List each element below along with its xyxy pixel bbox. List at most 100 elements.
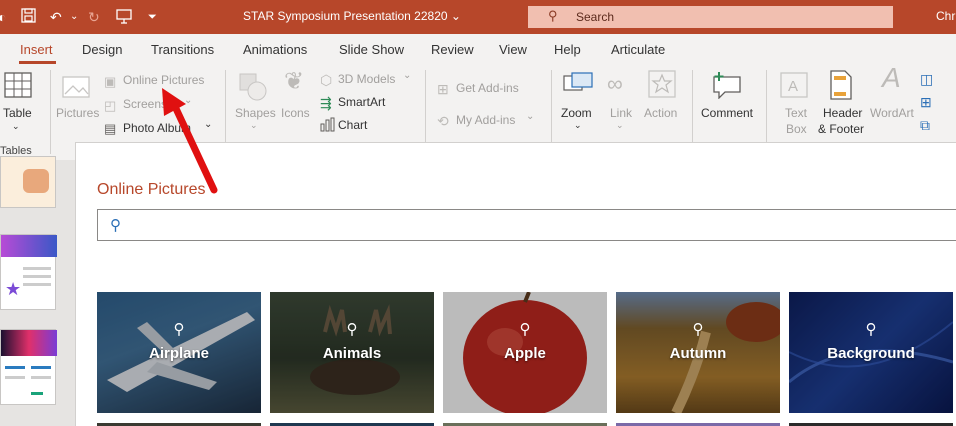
zoom-icon <box>563 72 593 100</box>
save-icon[interactable] <box>21 8 36 27</box>
document-title[interactable]: STAR Symposium Presentation 22820 ⌄ <box>243 9 461 23</box>
undo-dropdown-icon[interactable]: ⌄ <box>70 8 78 26</box>
user-name[interactable]: Chr <box>936 9 955 23</box>
store-icon: ⊞ <box>437 81 449 97</box>
link-icon: ∞ <box>607 71 623 96</box>
star-icon: ★ <box>5 279 22 299</box>
search-icon: ⚲ <box>692 321 704 338</box>
tab-animations[interactable]: Animations <box>243 42 307 57</box>
screenshot-icon: ◰ <box>104 98 117 113</box>
category-tile-animals[interactable]: ⚲ Animals <box>270 292 434 413</box>
tab-help[interactable]: Help <box>554 42 581 57</box>
header-footer-label-line1: Header <box>823 106 863 120</box>
tab-articulate[interactable]: Articulate <box>611 42 665 57</box>
tile-label: Autumn <box>669 345 727 362</box>
search-icon: ⚲ <box>865 321 877 338</box>
present-icon[interactable] <box>116 8 132 28</box>
photo-album-dropdown-icon: ⌄ <box>204 119 213 130</box>
slide-number-icon[interactable]: ⊞ <box>920 92 932 112</box>
slide-thumbnails-panel: ★ <box>0 156 75 426</box>
dialog-title: Online Pictures <box>97 181 206 198</box>
3d-cube-icon: ⬡ <box>320 72 333 88</box>
action-star-icon <box>648 70 676 102</box>
online-pictures-label: Online Pictures <box>123 73 205 87</box>
search-box[interactable]: ⚲ Search <box>528 6 893 28</box>
header-footer-label-line2: & Footer <box>818 122 865 136</box>
header-footer-icon <box>829 70 853 104</box>
tile-label: Apple <box>504 345 546 362</box>
text-box-label-line1: Text <box>785 106 808 120</box>
new-comment-icon <box>711 71 743 103</box>
get-addins-label: Get Add-ins <box>456 81 519 95</box>
category-tile-background[interactable]: ⚲ Background <box>789 292 953 413</box>
search-icon: ⚲ <box>346 321 358 338</box>
link-label: Link <box>610 106 633 120</box>
slide-thumbnail[interactable] <box>0 156 56 208</box>
slide-thumbnail[interactable]: ★ <box>0 234 57 310</box>
text-box-icon: A <box>780 72 808 102</box>
action-label: Action <box>644 106 678 120</box>
table-label: Table <box>3 106 32 120</box>
search-icon: ⚲ <box>110 217 121 234</box>
chart-icon <box>320 116 335 136</box>
photo-album-icon: ▤ <box>104 121 117 136</box>
object-icon[interactable]: ⧉ <box>920 115 930 135</box>
search-icon: ⚲ <box>519 321 531 338</box>
tab-transitions[interactable]: Transitions <box>151 42 214 57</box>
my-addins-label: My Add-ins <box>456 113 516 127</box>
search-icon: ⚲ <box>173 321 185 338</box>
table-dropdown-icon: ⌄ <box>12 121 20 131</box>
tab-view[interactable]: View <box>499 42 527 57</box>
smartart-icon: ⇶ <box>320 95 332 111</box>
tab-slide-show[interactable]: Slide Show <box>339 42 404 57</box>
search-icon: ⚲ <box>548 8 558 23</box>
table-icon <box>4 72 32 102</box>
ribbon-tabs: Insert Design Transitions Animations Sli… <box>0 34 956 64</box>
tile-label: Animals <box>322 345 382 362</box>
pictures-label: Pictures <box>56 106 100 120</box>
tab-insert[interactable]: Insert <box>20 42 53 57</box>
wordart-icon: A <box>882 62 901 93</box>
chart-label: Chart <box>338 118 368 132</box>
online-pictures-dialog: Online Pictures ⚲ ⚲ Airplane ⚲ Animals ⚲… <box>75 142 956 426</box>
group-divider <box>50 70 51 154</box>
title-caret-icon: ⌄ <box>450 9 461 23</box>
wordart-label: WordArt <box>870 106 914 120</box>
tab-review[interactable]: Review <box>431 42 474 57</box>
screenshot-dropdown-icon: ⌄ <box>184 95 193 106</box>
redo-icon[interactable]: ↻ <box>88 8 100 26</box>
autosave-icon[interactable]: ◐ <box>0 8 6 26</box>
shapes-icon <box>238 72 268 106</box>
search-placeholder: Search <box>576 10 615 24</box>
link-dropdown-icon: ⌄ <box>616 120 624 130</box>
3d-models-label: 3D Models <box>338 72 396 86</box>
date-time-icon[interactable]: ◫ <box>920 69 933 89</box>
category-tile-apple[interactable]: ⚲ Apple <box>443 292 607 413</box>
smartart-label: SmartArt <box>338 95 386 109</box>
comment-label: Comment <box>701 106 754 120</box>
3d-models-dropdown-icon: ⌄ <box>403 70 412 81</box>
icons-icon: ❦ <box>284 68 305 95</box>
shapes-label: Shapes <box>235 106 276 120</box>
my-addins-dropdown-icon: ⌄ <box>526 111 535 122</box>
tile-label: Background <box>827 345 915 362</box>
svg-text:A: A <box>788 78 798 95</box>
title-bar: ◐ ↶ ⌄ ↻ ⏷ STAR Symposium Presentation 22… <box>0 0 956 34</box>
tab-design[interactable]: Design <box>82 42 122 57</box>
shapes-dropdown-icon: ⌄ <box>250 120 258 130</box>
photo-album-label: Photo Album <box>123 121 192 135</box>
slide-thumbnail[interactable] <box>0 329 57 405</box>
addins-icon: ⟲ <box>437 113 449 129</box>
screenshot-label: Screensh <box>123 97 174 111</box>
zoom-label: Zoom <box>561 106 592 120</box>
icons-label: Icons <box>281 106 310 120</box>
online-pictures-search-input[interactable]: ⚲ <box>97 209 956 241</box>
text-box-label-line2: Box <box>786 122 807 136</box>
undo-icon[interactable]: ↶ <box>50 8 62 26</box>
customize-icon[interactable]: ⏷ <box>148 8 157 26</box>
zoom-dropdown-icon: ⌄ <box>574 120 582 130</box>
category-tile-airplane[interactable]: ⚲ Airplane <box>97 292 261 413</box>
category-tile-autumn[interactable]: ⚲ Autumn <box>616 292 780 413</box>
pictures-icon <box>62 74 92 104</box>
online-pictures-icon: ▣ <box>104 74 117 89</box>
